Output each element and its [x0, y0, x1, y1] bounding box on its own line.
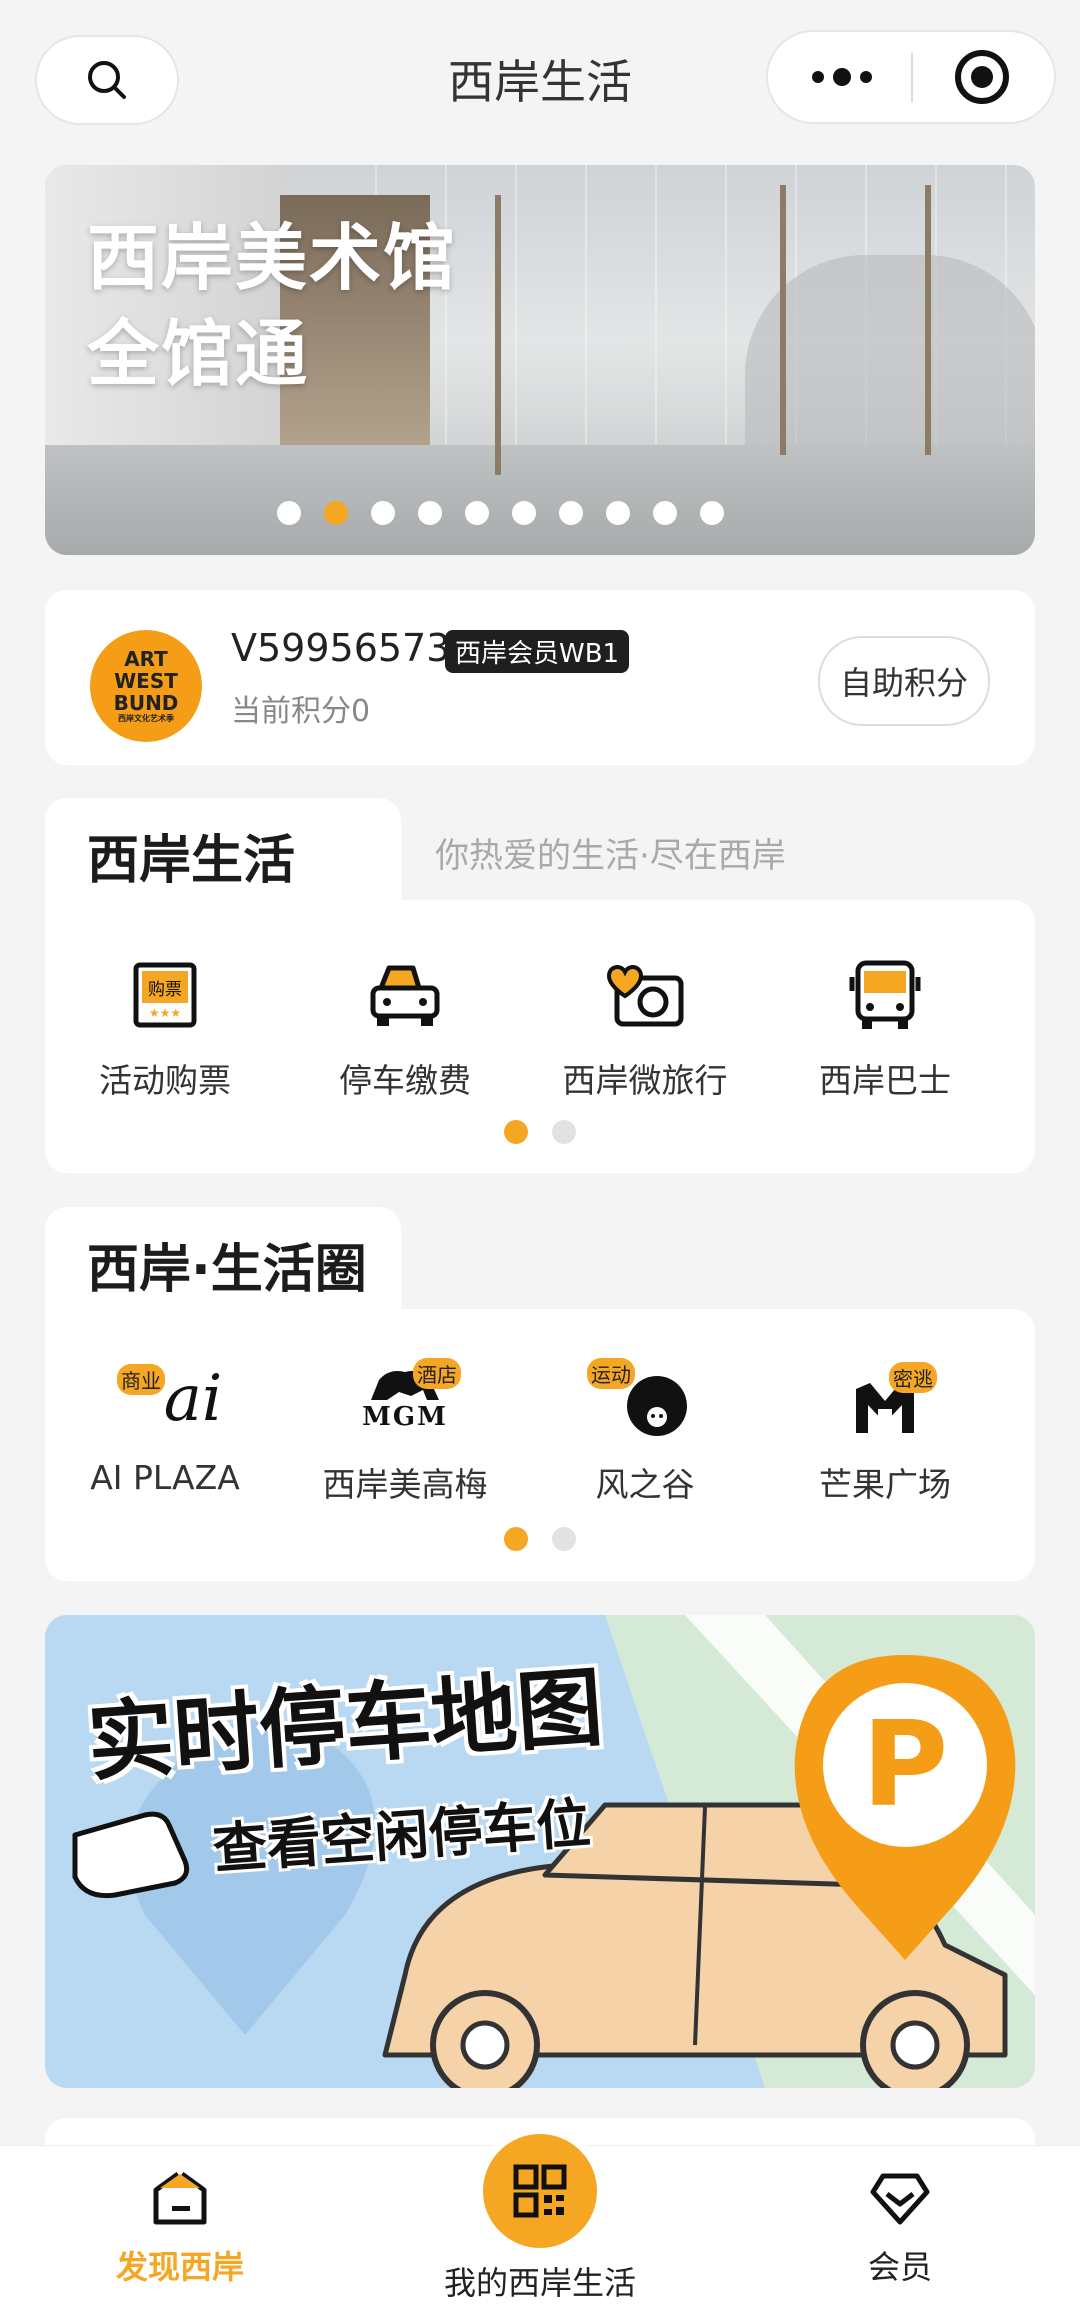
svg-text:★★★: ★★★ [149, 1006, 181, 1020]
page-dot [552, 1527, 576, 1551]
banner-dot[interactable] [276, 501, 301, 525]
life-services-grid: 购票 ★★★ 活动购票 停车缴费 西岸微旅行 西岸巴士 [45, 950, 1035, 1102]
banner-dot[interactable] [323, 501, 348, 525]
tab-discover[interactable]: 发现西岸 [80, 2168, 280, 2288]
banner-dot[interactable] [464, 501, 489, 525]
service-micro-travel[interactable]: 西岸微旅行 [525, 950, 765, 1102]
member-level-badge: 西岸会员WB1 [445, 630, 630, 673]
hero-banner[interactable]: 西岸美术馆 全馆通 [45, 165, 1035, 555]
banner-tree [495, 195, 501, 475]
tab-label: 会员 [867, 2248, 932, 2286]
bottom-tab-bar: 发现西岸 我的西岸生活 会员 [0, 2126, 1080, 2305]
circle-section-title: 西岸·生活圈 [87, 1240, 367, 1300]
qr-code-icon [513, 2164, 567, 2218]
car-icon [370, 965, 440, 1026]
circle-pagination [45, 1527, 1035, 1551]
banner-dot[interactable] [511, 501, 536, 525]
close-app-button[interactable] [914, 32, 1054, 122]
ticket-icon: 购票 ★★★ [133, 962, 197, 1028]
self-points-button[interactable]: 自助积分 [818, 636, 990, 726]
banner-dot[interactable] [417, 501, 442, 525]
capsule-divider [911, 52, 913, 102]
page-dot [504, 1527, 528, 1551]
parking-map-banner[interactable]: P 实时停车地图 查看空闲停车位 [45, 1615, 1035, 2088]
brand-label: 芒果广场 [819, 1465, 951, 1504]
camera-heart-icon [606, 965, 684, 1027]
banner-dot[interactable] [370, 501, 395, 525]
banner-tree [925, 185, 931, 455]
tab-my-life[interactable]: 我的西岸生活 [420, 2126, 660, 2304]
life-section-subtitle: 你热爱的生活·尽在西岸 [435, 836, 786, 876]
banner-ground [45, 445, 1035, 555]
more-dots-icon [812, 68, 872, 86]
brand-mgm[interactable]: 酒店 MGM 西岸美高梅 [285, 1354, 525, 1506]
svg-text:购票: 购票 [148, 980, 182, 1000]
brand-category-tag: 运动 [587, 1358, 635, 1389]
circle-section-tab: 西岸·生活圈 [45, 1207, 401, 1317]
banner-dot[interactable] [652, 501, 677, 525]
ai-plaza-logo: ai [163, 1362, 223, 1436]
brand-category-tag: 酒店 [413, 1358, 461, 1389]
diamond-icon [870, 2173, 930, 2225]
life-pagination [45, 1120, 1035, 1144]
brand-label: AI PLAZA [90, 1458, 240, 1497]
banner-tree [780, 185, 786, 455]
banner-dot[interactable] [699, 501, 724, 525]
brand-category-tag: 密逃 [889, 1362, 937, 1393]
target-icon [955, 50, 1009, 104]
banner-dot[interactable] [605, 501, 630, 525]
member-points: 当前积分0 [231, 694, 371, 729]
brand-category-tag: 商业 [117, 1364, 165, 1395]
service-label: 活动购票 [99, 1061, 231, 1100]
service-label: 西岸微旅行 [562, 1061, 728, 1100]
brand-fengzhigu[interactable]: 运动 风之谷 [525, 1354, 765, 1506]
service-tickets[interactable]: 购票 ★★★ 活动购票 [45, 950, 285, 1102]
service-label: 停车缴费 [339, 1061, 471, 1100]
life-section-tab: 西岸生活 [45, 798, 401, 908]
bus-icon [849, 960, 921, 1029]
life-section-title: 西岸生活 [87, 831, 296, 891]
member-card: ART WEST BUND 西岸文化艺术季 V59956573 西岸会员WB1 … [45, 590, 1035, 765]
tab-label: 发现西岸 [115, 2248, 244, 2286]
brand-label: 西岸美高梅 [322, 1465, 488, 1504]
circle-brands-grid: 商业 ai AI PLAZA 酒店 MGM 西岸美高梅 运动 风之谷 密逃 芒果… [45, 1354, 1035, 1506]
brand-label: 风之谷 [595, 1465, 695, 1504]
life-section-panel: 购票 ★★★ 活动购票 停车缴费 西岸微旅行 西岸巴士 [45, 900, 1035, 1173]
service-parking-pay[interactable]: 停车缴费 [285, 950, 525, 1102]
capsule-menu [766, 30, 1056, 124]
banner-headline: 西岸美术馆 全馆通 [87, 216, 458, 396]
tab-label: 我的西岸生活 [443, 2264, 636, 2302]
page-dot [552, 1120, 576, 1144]
brand-ai-plaza[interactable]: 商业 ai AI PLAZA [45, 1354, 285, 1506]
mgm-logo: MGM [362, 1402, 448, 1432]
banner-pagination [45, 501, 995, 525]
circle-section-panel: 商业 ai AI PLAZA 酒店 MGM 西岸美高梅 运动 风之谷 密逃 芒果… [45, 1309, 1035, 1581]
qr-code-button [475, 2126, 605, 2256]
westbund-logo: ART WEST BUND 西岸文化艺术季 [90, 630, 202, 742]
member-id: V59956573 [231, 626, 451, 670]
brand-mango-plaza[interactable]: 密逃 芒果广场 [765, 1354, 1005, 1506]
page-dot [504, 1120, 528, 1144]
svg-text:P: P [862, 1695, 948, 1833]
banner-dot[interactable] [558, 501, 583, 525]
more-button[interactable] [768, 32, 910, 122]
service-label: 西岸巴士 [819, 1061, 951, 1100]
tab-member[interactable]: 会员 [820, 2168, 980, 2288]
home-icon [153, 2171, 207, 2225]
service-bus[interactable]: 西岸巴士 [765, 950, 1005, 1102]
